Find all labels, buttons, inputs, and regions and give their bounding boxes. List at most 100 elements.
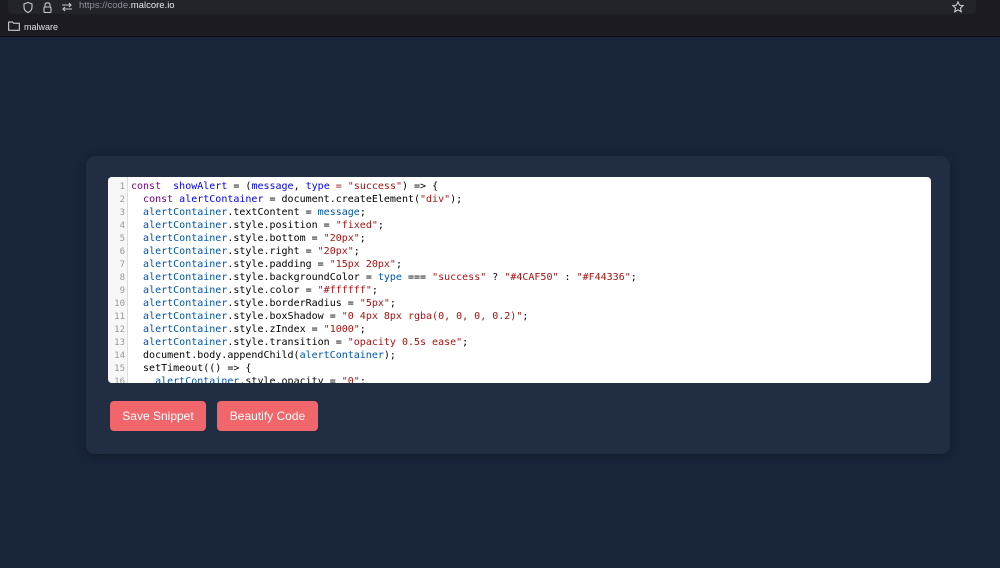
code-text: alertContainer.style.opacity = "0";: [128, 376, 366, 383]
code-text: alertContainer.style.transition = "opaci…: [128, 337, 468, 348]
code-token: "20px": [317, 246, 354, 257]
code-token: );: [450, 194, 463, 205]
code-text: alertContainer.style.borderRadius = "5px…: [128, 298, 396, 309]
code-token: = (: [227, 181, 252, 192]
lock-icon[interactable]: [42, 0, 53, 14]
code-token: ;: [462, 337, 469, 348]
code-token: const: [143, 194, 174, 205]
code-token: "div": [420, 194, 451, 205]
code-token: "success": [347, 181, 402, 192]
code-token: ===: [401, 272, 433, 283]
connection-icon[interactable]: [61, 0, 73, 14]
code-text: alertContainer.style.zIndex = "1000";: [128, 324, 366, 335]
code-token: .style.position =: [227, 220, 336, 231]
code-token: ;: [377, 220, 384, 231]
folder-icon: [8, 18, 20, 36]
code-line: 10 alertContainer.style.borderRadius = "…: [108, 297, 931, 310]
code-token: .style.color =: [227, 285, 318, 296]
code-text: document.body.appendChild(alertContainer…: [128, 350, 396, 361]
code-token: );: [383, 350, 396, 361]
code-token: ;: [522, 311, 529, 322]
code-text: alertContainer.style.color = "#ffffff";: [128, 285, 378, 296]
beautify-code-button[interactable]: Beautify Code: [217, 401, 318, 431]
code-text: alertContainer.style.boxShadow = "0 4px …: [128, 311, 528, 322]
save-snippet-button[interactable]: Save Snippet: [110, 401, 206, 431]
code-line: 4 alertContainer.style.position = "fixed…: [108, 219, 931, 232]
code-token: message: [251, 181, 294, 192]
line-number: 16: [114, 377, 125, 383]
code-text: const alertContainer = document.createEl…: [128, 194, 462, 205]
code-token: "20px": [323, 233, 360, 244]
code-line: 8 alertContainer.style.backgroundColor =…: [108, 271, 931, 284]
shield-icon[interactable]: [22, 0, 34, 14]
code-line: 11 alertContainer.style.boxShadow = "0 4…: [108, 310, 931, 323]
code-token: .textContent =: [227, 207, 318, 218]
code-token: "0": [341, 376, 360, 383]
code-token: alertContainer: [143, 311, 228, 322]
code-token: type: [377, 272, 402, 283]
code-token: ;: [353, 246, 360, 257]
code-token: =: [329, 181, 348, 192]
code-token: ;: [359, 376, 366, 383]
code-token: alertContainer: [143, 246, 228, 257]
code-token: .style.opacity =: [239, 376, 342, 383]
code-token: .style.right =: [227, 246, 318, 257]
code-token: const: [131, 181, 162, 192]
code-token: ;: [395, 259, 402, 270]
code-text: alertContainer.style.bottom = "20px";: [128, 233, 366, 244]
code-token: ;: [359, 233, 366, 244]
code-token: alertContainer: [143, 233, 228, 244]
code-token: .style.bottom =: [227, 233, 324, 244]
star-icon[interactable]: [951, 0, 964, 14]
code-token: ;: [359, 207, 366, 218]
code-token: ?: [486, 272, 505, 283]
code-token: alertContainer: [143, 220, 228, 231]
code-token: alertContainer: [143, 337, 228, 348]
code-token: alertContainer: [143, 259, 228, 270]
code-token: "0 4px 8px rgba(0, 0, 0, 0.2)": [341, 311, 523, 322]
code-token: alertContainer: [299, 350, 384, 361]
code-text: alertContainer.style.padding = "15px 20p…: [128, 259, 402, 270]
code-line: 16 alertContainer.style.opacity = "0";: [108, 375, 931, 383]
code-token: "opacity 0.5s ease": [347, 337, 463, 348]
code-editor[interactable]: 1 const showAlert = (message, type = "suc…: [108, 177, 931, 383]
code-line: 13 alertContainer.style.transition = "op…: [108, 336, 931, 349]
code-line: 6 alertContainer.style.right = "20px";: [108, 245, 931, 258]
bookmark-folder-malware[interactable]: malware: [8, 21, 58, 33]
code-token: showAlert: [173, 181, 228, 192]
code-token: .style.boxShadow =: [227, 311, 342, 322]
code-line: 15 setTimeout(() => {: [108, 362, 931, 375]
bookmark-label: malware: [24, 22, 59, 32]
code-token: :: [558, 272, 577, 283]
code-token: alertContainer: [155, 376, 240, 383]
code-token: "15px 20px": [329, 259, 396, 270]
code-line: 7 alertContainer.style.padding = "15px 2…: [108, 258, 931, 271]
code-token: alertContainer: [143, 207, 228, 218]
code-text: alertContainer.textContent = message;: [128, 207, 366, 218]
code-token: message: [317, 207, 360, 218]
code-token: "success": [432, 272, 487, 283]
code-line: 9 alertContainer.style.color = "#ffffff"…: [108, 284, 931, 297]
code-token: .style.transition =: [227, 337, 348, 348]
code-token: "fixed": [335, 220, 378, 231]
url-domain: malcore.io: [130, 0, 175, 11]
code-lines: 1 const showAlert = (message, type = "suc…: [108, 180, 931, 383]
code-token: "1000": [323, 324, 360, 335]
code-token: .style.zIndex =: [227, 324, 324, 335]
code-token: ) => {: [401, 181, 439, 192]
code-token: setTimeout(() => {: [131, 363, 252, 374]
code-token: "5px": [359, 298, 390, 309]
code-token: ;: [389, 298, 396, 309]
code-token: ;: [630, 272, 637, 283]
url-text[interactable]: https://code.malcore.io: [79, 0, 175, 14]
